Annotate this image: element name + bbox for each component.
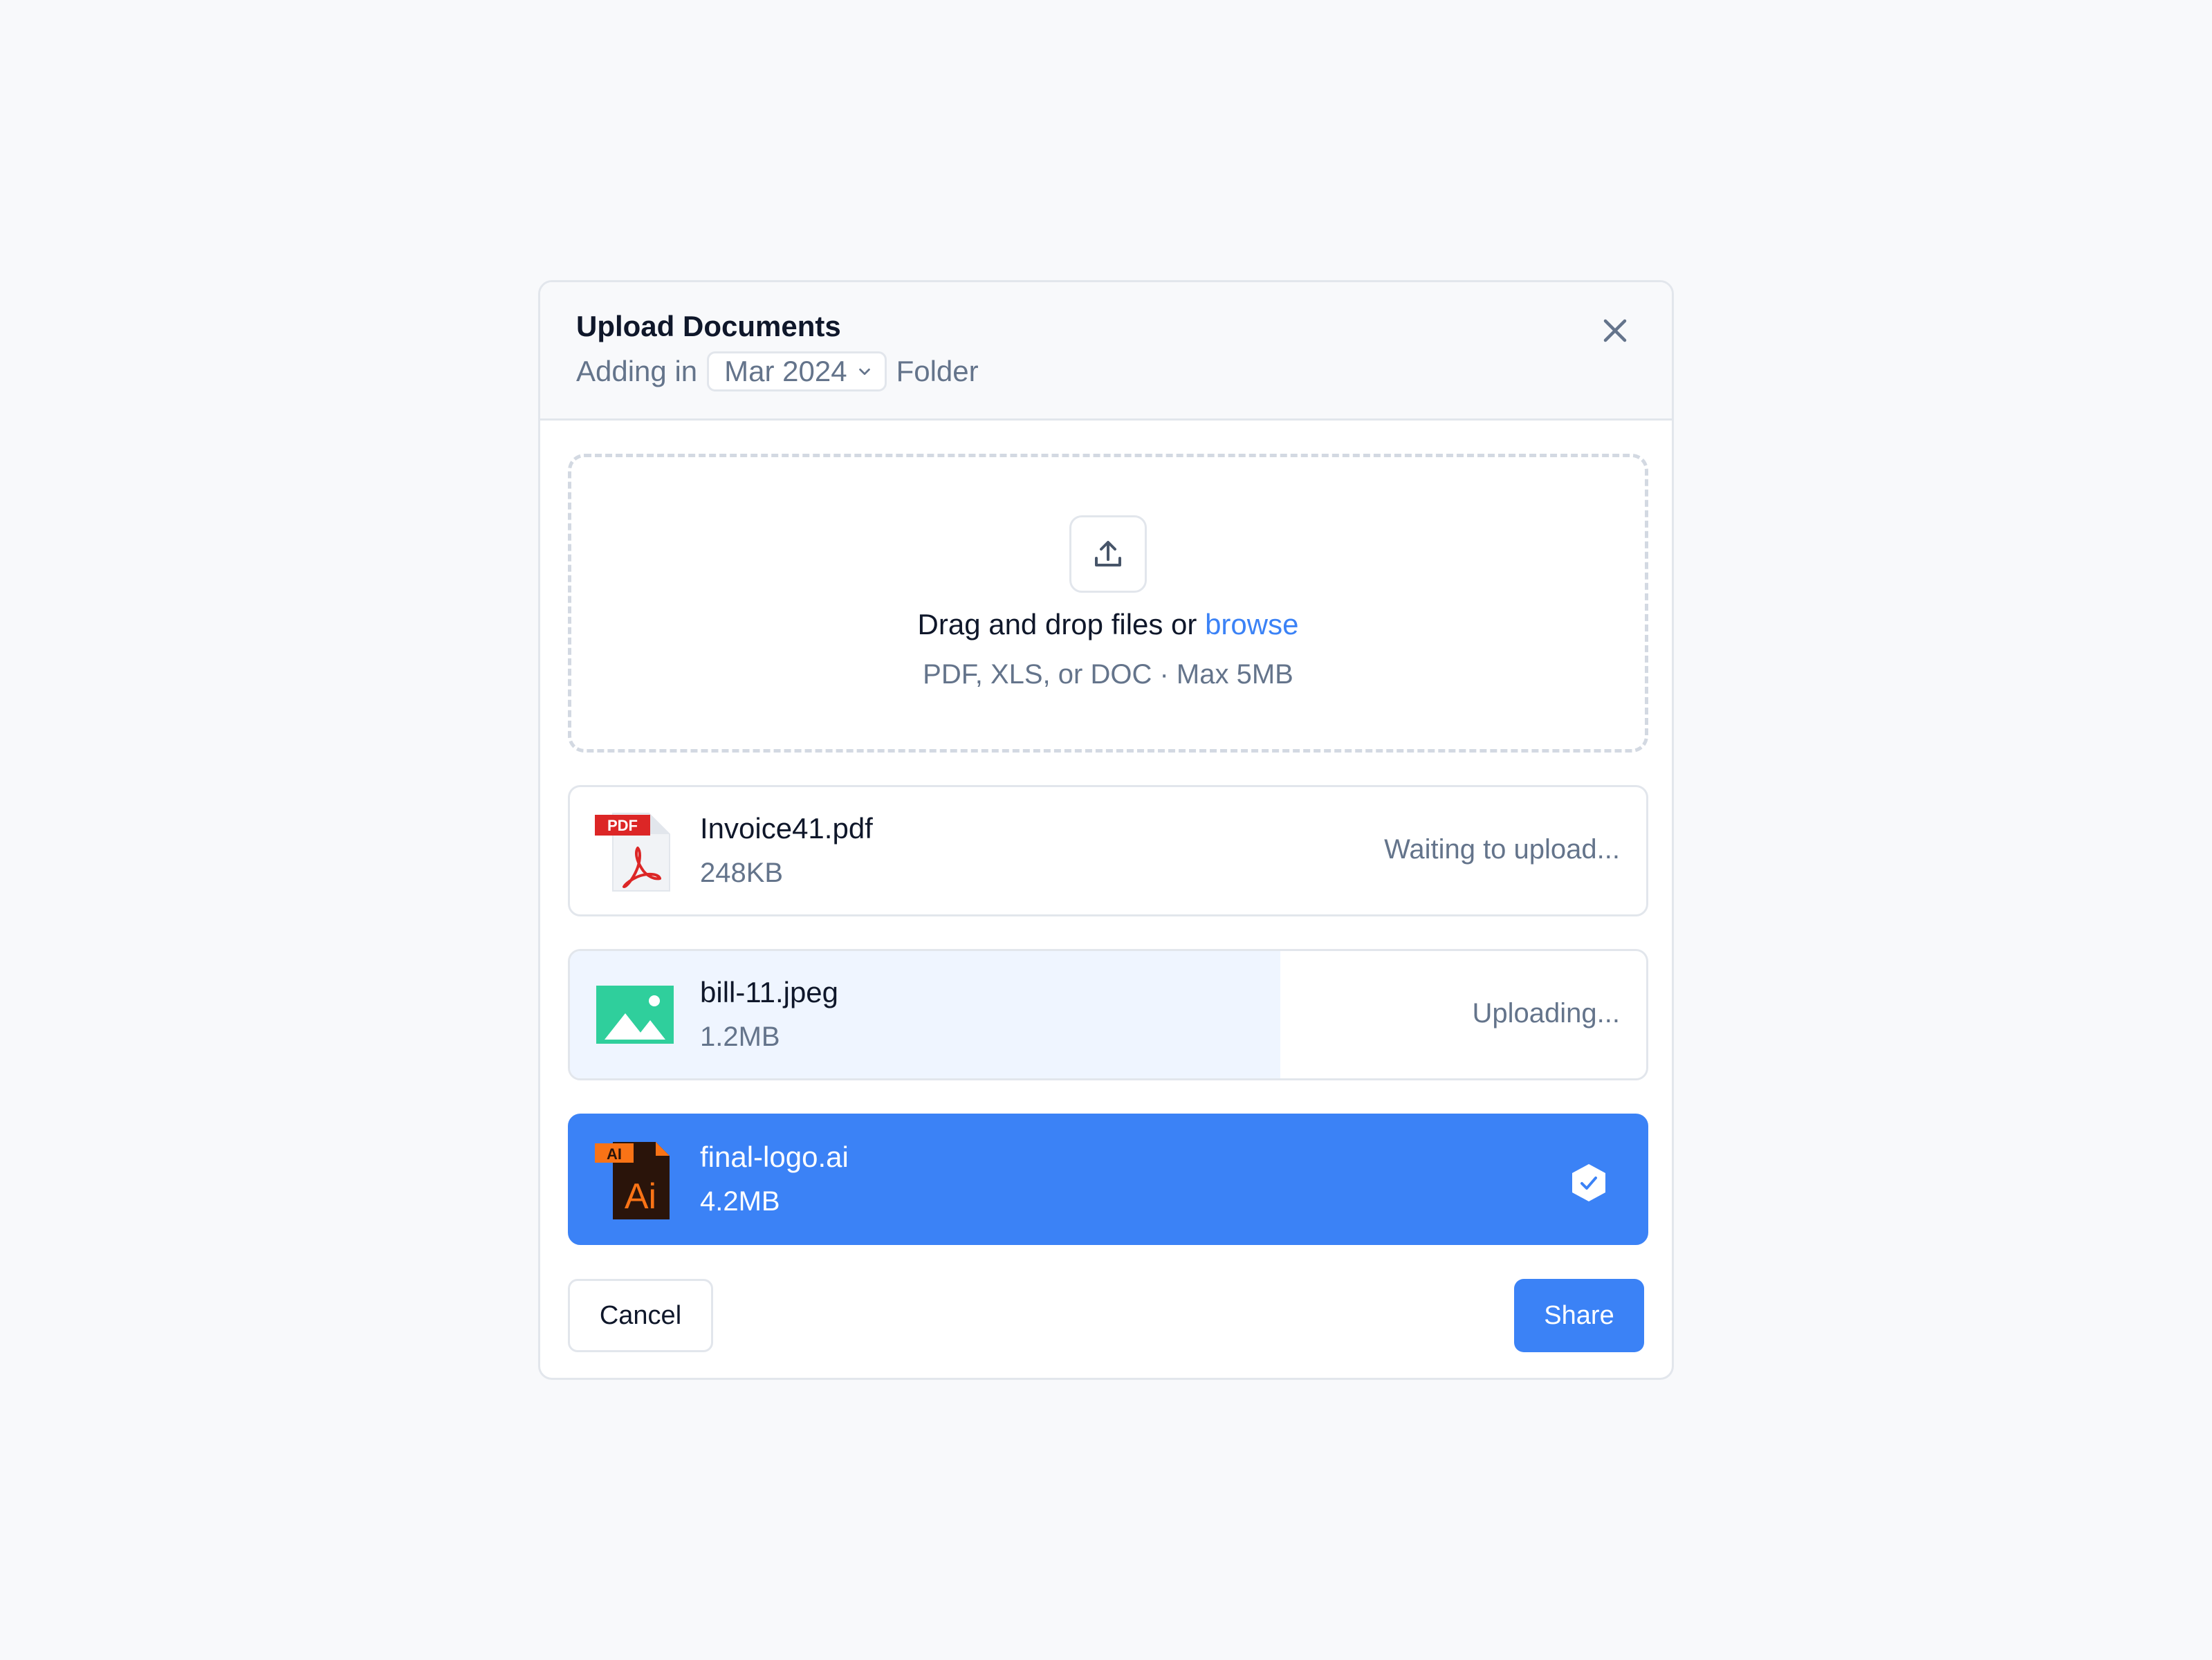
upload-icon-box (1069, 515, 1147, 593)
browse-link[interactable]: browse (1205, 608, 1298, 640)
file-status: Waiting to upload... (1384, 834, 1620, 865)
file-size: 1.2MB (700, 1022, 780, 1052)
file-status: Uploading... (1472, 998, 1620, 1029)
ai-icon-text: Ai (625, 1177, 656, 1217)
image-file-icon (596, 986, 674, 1044)
file-row[interactable]: bill-11.jpeg 1.2MB Uploading... (568, 949, 1648, 1080)
file-size: 248KB (700, 858, 784, 888)
upload-dialog: Upload Documents Adding in Mar 2024 Fold… (538, 280, 1674, 1380)
close-button[interactable] (1596, 311, 1634, 350)
share-button[interactable]: Share (1514, 1279, 1644, 1352)
upload-icon (1095, 541, 1121, 566)
dropzone-instruction: Drag and drop files or (917, 608, 1197, 640)
folder-select[interactable]: Mar 2024 (707, 351, 887, 391)
cancel-button[interactable]: Cancel (568, 1279, 713, 1352)
file-name: final-logo.ai (700, 1141, 849, 1173)
dropzone-text: Drag and drop files or browse (571, 608, 1645, 641)
check-badge-icon (1572, 1164, 1605, 1201)
dialog-header: Upload Documents Adding in Mar 2024 Fold… (540, 282, 1672, 421)
file-name: bill-11.jpeg (700, 976, 839, 1008)
dropzone-hint: PDF, XLS, or DOC · Max 5MB (923, 659, 1293, 690)
file-size: 4.2MB (700, 1186, 780, 1217)
pdf-icon-label: PDF (607, 817, 638, 834)
folder-select-value: Mar 2024 (724, 355, 847, 387)
dialog-subtitle: Adding in Mar 2024 Folder (576, 351, 979, 391)
pdf-file-icon: PDF (595, 813, 670, 892)
dialog-title: Upload Documents (576, 310, 841, 342)
file-name: Invoice41.pdf (700, 812, 873, 845)
upload-progress-bar (570, 951, 1280, 1078)
subtitle-prefix: Adding in (576, 355, 698, 387)
dropzone[interactable]: Drag and drop files or browse PDF, XLS, … (568, 454, 1648, 753)
chevron-down-icon (858, 368, 870, 376)
ai-icon-label: AI (607, 1145, 622, 1163)
file-row[interactable]: AI Ai final-logo.ai 4.2MB (568, 1114, 1648, 1245)
subtitle-suffix: Folder (896, 355, 979, 387)
close-icon (1603, 319, 1627, 342)
illustrator-file-icon: AI Ai (595, 1142, 670, 1219)
file-row[interactable]: PDF Invoice41.pdf 248KB Waiting to uploa… (568, 785, 1648, 916)
